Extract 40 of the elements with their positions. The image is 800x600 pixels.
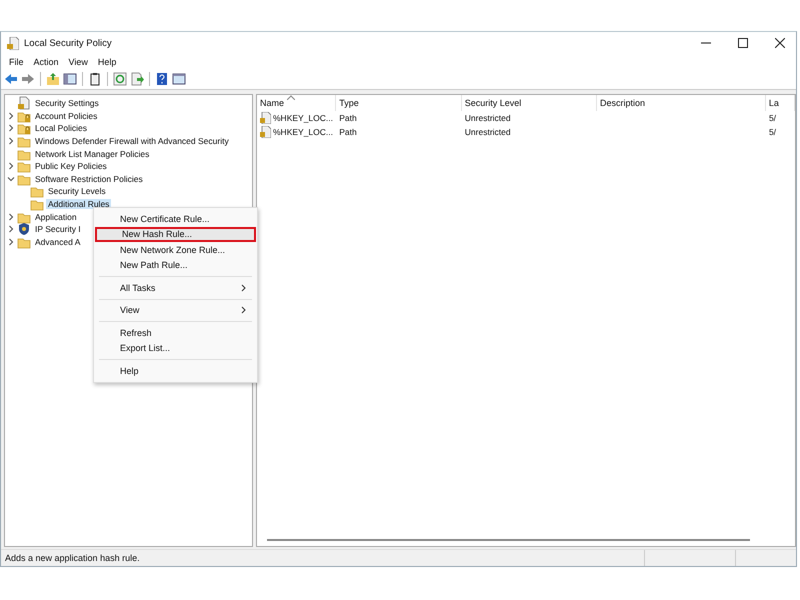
- tree-item[interactable]: Software Restriction Policies: [33, 174, 145, 184]
- table-cell: 5/: [768, 127, 776, 137]
- menu-item[interactable]: Action: [28, 56, 64, 66]
- table-cell: 5/: [768, 113, 776, 123]
- menu-item[interactable]: View: [95, 302, 256, 318]
- column-header[interactable]: Description: [600, 98, 645, 108]
- tree-item[interactable]: Security Settings: [33, 98, 101, 108]
- menu-item[interactable]: New Path Rule...: [95, 258, 256, 273]
- menu-item[interactable]: Help: [95, 363, 256, 378]
- tree-item[interactable]: Windows Defender Firewall with Advanced Security: [33, 136, 231, 146]
- table-cell: %HKEY_LOC...: [273, 127, 333, 137]
- table-cell: Unrestricted: [464, 113, 511, 123]
- menu-item[interactable]: New Network Zone Rule...: [95, 242, 256, 258]
- tree-item[interactable]: Security Levels: [46, 186, 108, 196]
- column-header[interactable]: La: [768, 98, 779, 108]
- menu-item[interactable]: New Hash Rule...: [95, 226, 256, 242]
- tree-item[interactable]: Account Policies: [33, 110, 100, 121]
- menu-item[interactable]: New Certificate Rule...: [95, 211, 256, 226]
- column-header[interactable]: Type: [339, 98, 359, 108]
- table-cell: Path: [339, 127, 357, 137]
- column-header[interactable]: Name: [260, 98, 284, 108]
- menu-item[interactable]: File: [4, 56, 29, 66]
- menu-item[interactable]: Refresh: [95, 325, 256, 340]
- menu-item[interactable]: Export List...: [95, 340, 256, 356]
- tree-item[interactable]: Additional Rules: [46, 199, 112, 210]
- menu-item[interactable]: Help: [92, 56, 122, 66]
- window-title: Local Security Policy: [24, 38, 112, 48]
- tree-item[interactable]: Advanced A: [33, 236, 82, 247]
- tree-item[interactable]: IP Security I: [33, 224, 83, 234]
- menu-item[interactable]: View: [64, 56, 93, 66]
- column-header[interactable]: Security Level: [464, 98, 522, 108]
- table-cell: Path: [339, 113, 357, 123]
- tree-item[interactable]: Public Key Policies: [33, 161, 109, 172]
- table-cell: %HKEY_LOC...: [273, 113, 333, 123]
- tree-item[interactable]: Application: [33, 212, 79, 222]
- tree-item[interactable]: Local Policies: [33, 123, 89, 134]
- menu-item[interactable]: All Tasks: [95, 280, 256, 296]
- status-text: Adds a new application hash rule.: [4, 553, 141, 563]
- table-cell: Unrestricted: [464, 127, 511, 137]
- tree-item[interactable]: Network List Manager Policies: [33, 148, 152, 159]
